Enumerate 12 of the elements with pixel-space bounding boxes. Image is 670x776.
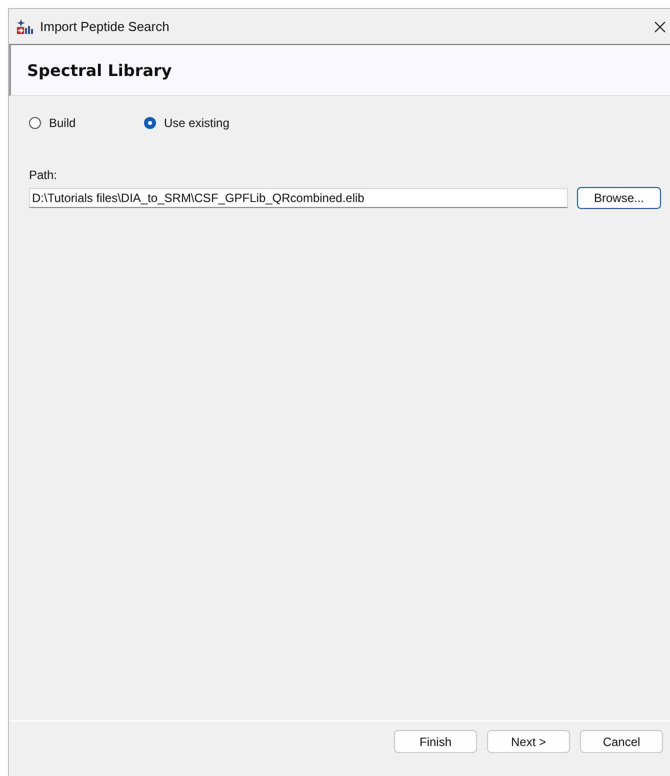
radio-option[interactable]: Use existing: [144, 116, 259, 130]
close-icon[interactable]: [654, 20, 666, 32]
app-icon: [16, 18, 34, 36]
page-heading: Spectral Library: [27, 60, 172, 80]
wizard-button[interactable]: Cancel: [580, 730, 663, 753]
wizard-button[interactable]: Finish: [394, 730, 477, 753]
radio-option[interactable]: Build: [29, 116, 144, 130]
window-title: Import Peptide Search: [40, 19, 170, 34]
path-field[interactable]: D:\Tutorials files\DIA_to_SRM\CSF_GPFLib_QRcombined.elib: [29, 188, 568, 208]
wizard-button[interactable]: Next >: [487, 730, 570, 753]
path-label: Path:: [29, 168, 58, 182]
browse-button[interactable]: Browse...: [577, 187, 661, 209]
